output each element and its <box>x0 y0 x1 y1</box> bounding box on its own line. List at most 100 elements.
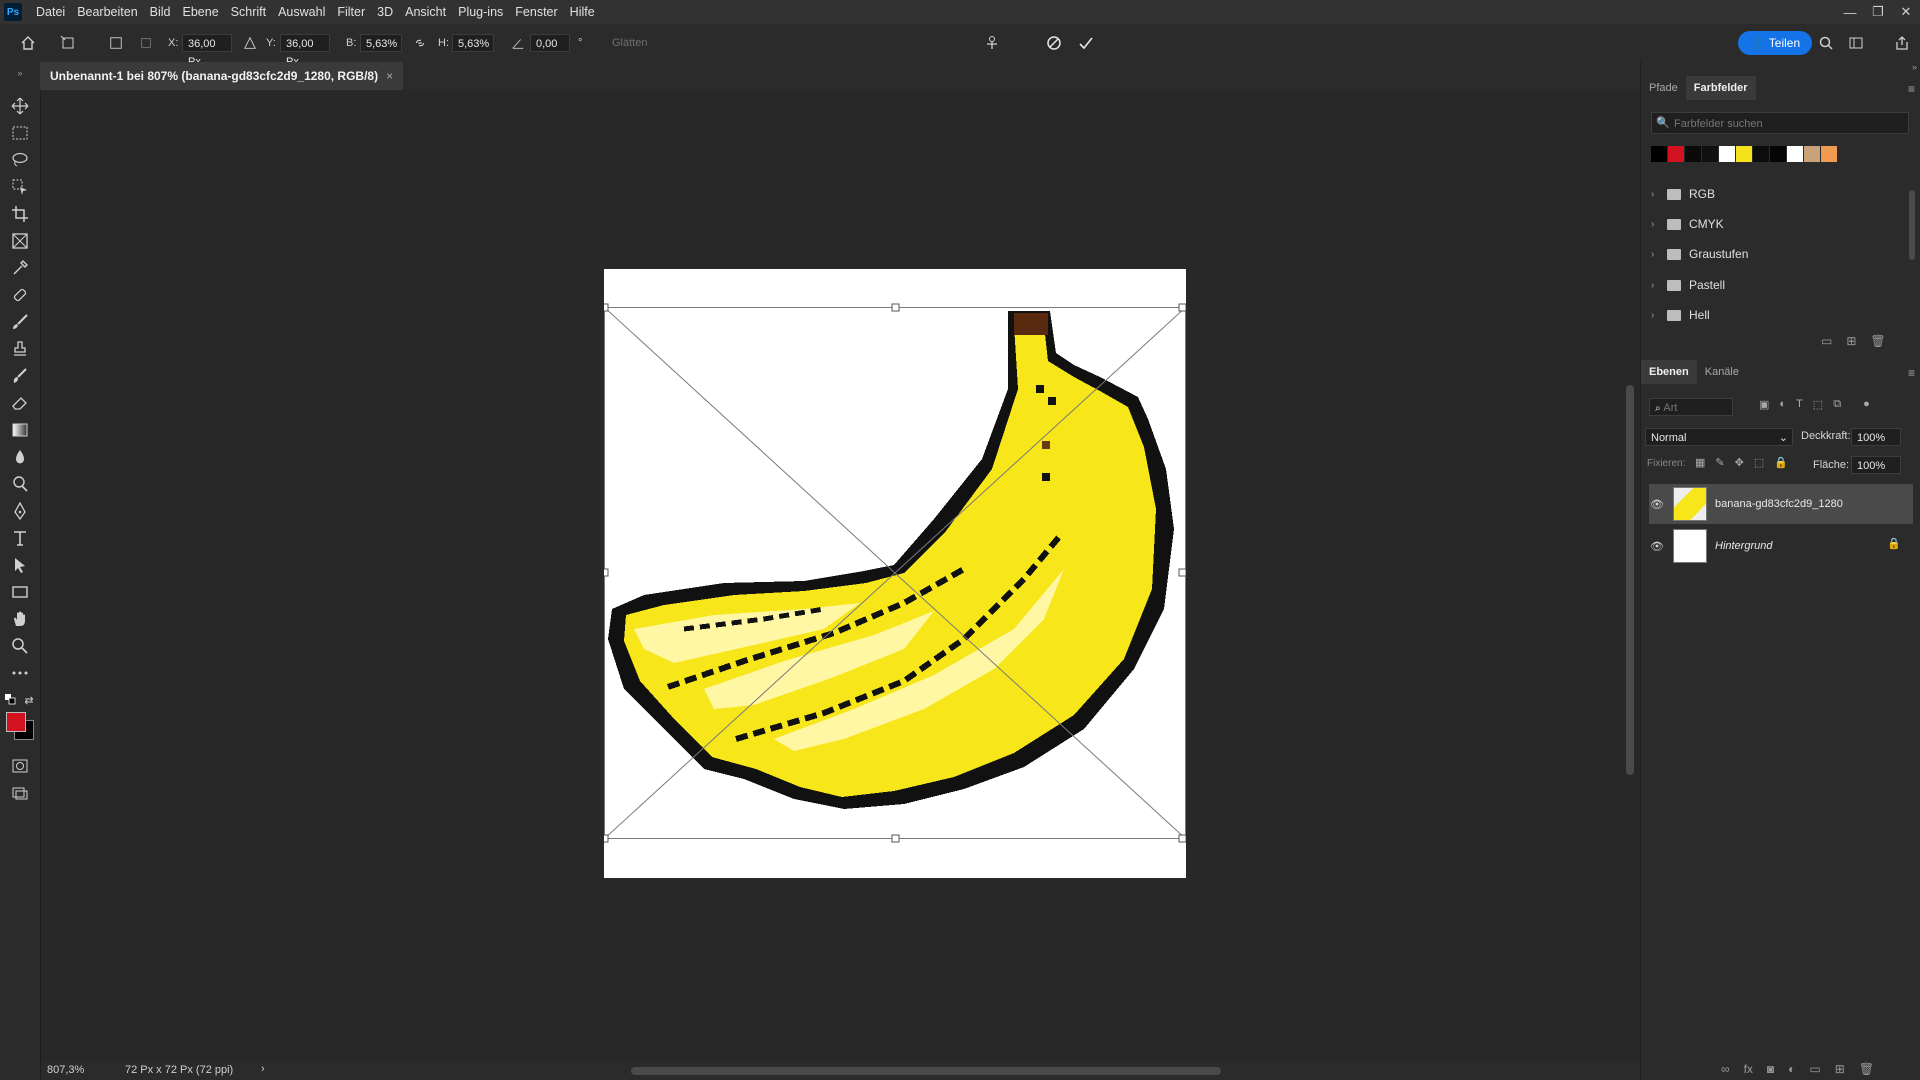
type-filter-icon[interactable]: T <box>1796 398 1803 411</box>
layer-filter-field[interactable]: ⌕ Art <box>1649 398 1733 416</box>
menu-plugins[interactable]: Plug-ins <box>452 0 509 24</box>
collapse-panels-icon[interactable]: » <box>1912 62 1917 72</box>
layer-name[interactable]: banana-gd83cfc2d9_1280 <box>1715 498 1843 510</box>
lasso-tool-icon[interactable] <box>10 150 30 170</box>
lock-transparency-icon[interactable]: ▦ <box>1695 456 1705 469</box>
layers-panel-menu-icon[interactable]: ≡ <box>1908 366 1915 380</box>
swatch-group-hell[interactable]: › Hell <box>1651 303 1901 327</box>
new-group-icon[interactable]: ▭ <box>1809 1062 1820 1076</box>
swatch-group-pastell[interactable]: › Pastell <box>1651 273 1901 297</box>
new-group-icon[interactable]: ▭ <box>1821 334 1832 348</box>
default-colors-icon[interactable] <box>4 693 18 707</box>
minimize-icon[interactable]: — <box>1836 0 1864 24</box>
swatch-group-cmyk[interactable]: › CMYK <box>1651 212 1901 236</box>
tab-pfade[interactable]: Pfade <box>1641 76 1686 100</box>
object-selection-tool-icon[interactable] <box>10 177 30 197</box>
color-swatch[interactable] <box>1821 146 1837 162</box>
frame-tool-icon[interactable] <box>10 231 30 251</box>
home-icon[interactable] <box>18 33 38 53</box>
layer-style-icon[interactable]: fx <box>1744 1062 1753 1076</box>
eraser-tool-icon[interactable] <box>10 393 30 413</box>
color-swatch[interactable] <box>1719 146 1735 162</box>
commit-transform-icon[interactable] <box>1076 33 1096 53</box>
menu-fenster[interactable]: Fenster <box>509 0 563 24</box>
rotation-field[interactable]: 0,00 <box>530 34 570 52</box>
zoom-tool-icon[interactable] <box>10 636 30 656</box>
share-button[interactable]: 👤 Teilen <box>1738 31 1812 55</box>
pixel-filter-icon[interactable]: ▣ <box>1759 398 1769 411</box>
quick-mask-icon[interactable] <box>10 756 30 776</box>
restore-icon[interactable]: ❐ <box>1864 0 1892 24</box>
menu-bild[interactable]: Bild <box>144 0 177 24</box>
delete-swatch-icon[interactable]: 🗑 <box>1870 334 1885 348</box>
more-tools-icon[interactable] <box>10 663 30 683</box>
lock-position-icon[interactable]: ✥ <box>1735 456 1744 469</box>
brush-tool-icon[interactable] <box>10 312 30 332</box>
blur-tool-icon[interactable] <box>10 447 30 467</box>
color-swatch[interactable] <box>1685 146 1701 162</box>
gradient-tool-icon[interactable] <box>10 420 30 440</box>
swatch-group-graustufen[interactable]: › Graustufen <box>1651 242 1901 266</box>
layer-row-banana[interactable]: 👁 banana-gd83cfc2d9_1280 <box>1649 484 1913 524</box>
layer-mask-icon[interactable]: ◙ <box>1767 1062 1774 1076</box>
width-field[interactable]: 5,63% <box>360 34 402 52</box>
history-brush-tool-icon[interactable] <box>10 366 30 386</box>
banana-pixel-art[interactable] <box>604 269 1186 878</box>
x-position-field[interactable]: 36,00 Px <box>182 34 232 68</box>
color-swatch[interactable] <box>1736 146 1752 162</box>
dodge-tool-icon[interactable] <box>10 474 30 494</box>
photoshop-logo-icon[interactable]: Ps <box>4 3 22 21</box>
warp-puppet-icon[interactable] <box>982 33 1002 53</box>
marquee-tool-icon[interactable] <box>10 123 30 143</box>
rectangle-tool-icon[interactable] <box>10 582 30 602</box>
smartobject-filter-icon[interactable]: ⧉ <box>1833 398 1841 411</box>
y-position-field[interactable]: 36,00 Px <box>280 34 330 68</box>
shape-filter-icon[interactable]: ⬚ <box>1813 398 1823 411</box>
status-menu-arrow[interactable]: › <box>261 1063 265 1075</box>
menu-3d[interactable]: 3D <box>371 0 399 24</box>
type-tool-icon[interactable] <box>10 528 30 548</box>
blend-mode-select[interactable]: Normal ⌄ <box>1645 428 1793 446</box>
foreground-color-swatch[interactable] <box>6 712 26 732</box>
color-swatch[interactable] <box>1702 146 1718 162</box>
height-field[interactable]: 5,63% <box>452 34 494 52</box>
layer-name[interactable]: Hintergrund <box>1715 540 1772 552</box>
color-swatch[interactable] <box>1753 146 1769 162</box>
swap-colors-icon[interactable]: ⇄ <box>22 693 36 707</box>
adjustment-layer-icon[interactable]: ◐ <box>1788 1062 1795 1076</box>
tab-ebenen[interactable]: Ebenen <box>1641 360 1697 384</box>
swatches-scrollbar[interactable] <box>1909 190 1915 260</box>
menu-bearbeiten[interactable]: Bearbeiten <box>71 0 143 24</box>
export-icon[interactable] <box>1892 33 1912 53</box>
menu-ebene[interactable]: Ebene <box>177 0 225 24</box>
adjustment-filter-icon[interactable]: ◐ <box>1779 398 1786 411</box>
lock-all-icon[interactable]: 🔒 <box>1774 456 1788 469</box>
swatch-group-rgb[interactable]: › RGB <box>1651 182 1901 206</box>
menu-datei[interactable]: Datei <box>30 0 71 24</box>
search-icon[interactable] <box>1816 33 1836 53</box>
zoom-level[interactable]: 807,3% <box>47 1064 84 1076</box>
crop-tool-icon[interactable] <box>10 204 30 224</box>
healing-brush-tool-icon[interactable] <box>10 285 30 305</box>
menu-auswahl[interactable]: Auswahl <box>272 0 331 24</box>
color-swatch[interactable] <box>1770 146 1786 162</box>
horizontal-scrollbar[interactable] <box>631 1067 1221 1075</box>
screen-mode-icon[interactable] <box>10 783 30 803</box>
swatch-search-box[interactable]: 🔍 <box>1651 112 1909 134</box>
visibility-eye-icon[interactable]: 👁 <box>1649 496 1665 512</box>
new-layer-icon[interactable]: ⊞ <box>1835 1062 1845 1076</box>
relative-position-icon[interactable] <box>240 33 260 53</box>
reference-toggle-icon[interactable] <box>136 33 156 53</box>
panel-menu-icon[interactable]: ≡ <box>1908 82 1915 96</box>
path-selection-tool-icon[interactable] <box>10 555 30 575</box>
menu-filter[interactable]: Filter <box>331 0 371 24</box>
tab-kanaele[interactable]: Kanäle <box>1697 360 1747 384</box>
lock-pixels-icon[interactable]: ✎ <box>1715 456 1724 469</box>
workspace-icon[interactable] <box>1846 33 1866 53</box>
vertical-scrollbar[interactable] <box>1626 385 1634 775</box>
lock-artboard-icon[interactable]: ⬚ <box>1754 456 1764 469</box>
eyedropper-tool-icon[interactable] <box>10 258 30 278</box>
color-swatch[interactable] <box>1668 146 1684 162</box>
close-window-icon[interactable]: ✕ <box>1892 0 1920 24</box>
tab-farbfelder[interactable]: Farbfelder <box>1685 76 1756 100</box>
